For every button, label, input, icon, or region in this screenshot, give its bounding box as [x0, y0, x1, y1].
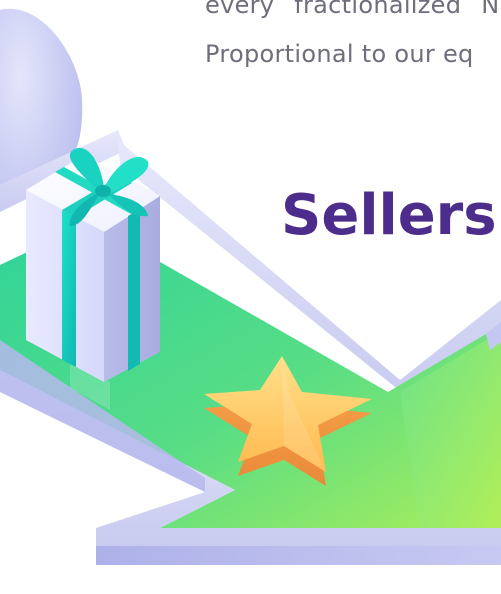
illustration-scene: [0, 8, 501, 565]
section-heading: Sellers: [281, 183, 497, 248]
page: every fractionalized N Proportional to o…: [0, 0, 501, 594]
frame-front-shadow: [96, 546, 501, 565]
body-text-line-1: every fractionalized N: [205, 0, 500, 19]
body-text-line-2: Proportional to our eq: [205, 40, 474, 68]
